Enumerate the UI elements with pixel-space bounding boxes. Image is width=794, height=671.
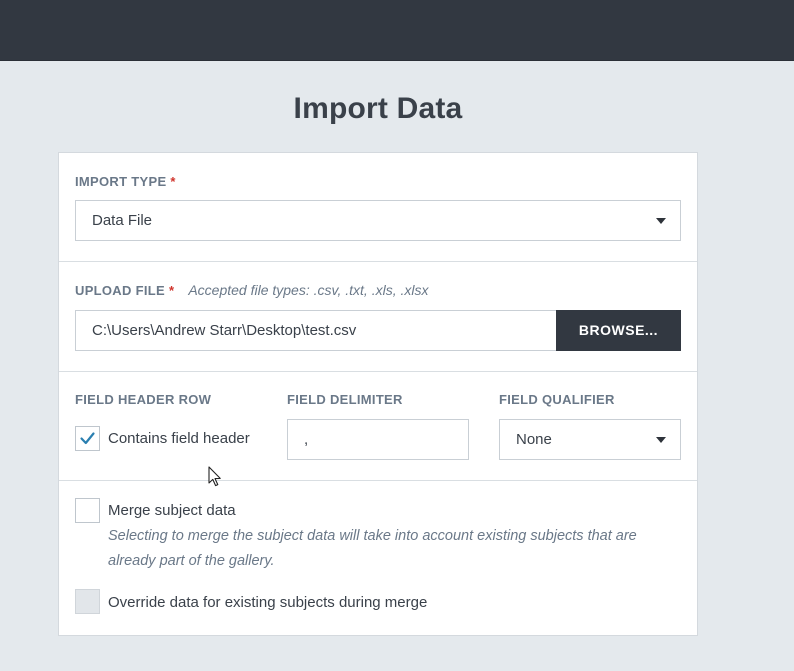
merge-subject-data-checkbox[interactable] <box>75 498 100 523</box>
field-delimiter-label: FIELD DELIMITER <box>287 392 403 407</box>
override-data-label[interactable]: Override data for existing subjects duri… <box>108 594 427 611</box>
field-delimiter-input[interactable]: , <box>287 419 469 460</box>
field-qualifier-label: FIELD QUALIFIER <box>499 392 615 407</box>
import-type-section: IMPORT TYPE * Data File <box>59 153 697 262</box>
import-type-selected-value: Data File <box>92 212 153 229</box>
import-type-label: IMPORT TYPE * <box>75 174 176 189</box>
top-navigation-bar <box>0 0 794 61</box>
override-data-checkbox[interactable] <box>75 589 100 614</box>
upload-file-path-input[interactable]: C:\Users\Andrew Starr\Desktop\test.csv <box>75 310 557 351</box>
mouse-pointer-icon <box>208 466 221 487</box>
field-qualifier-select[interactable]: None <box>499 419 681 460</box>
import-form-card: IMPORT TYPE * Data File UPLOAD FILE * Accep… <box>58 152 698 636</box>
required-mark: * <box>168 283 175 298</box>
field-header-row-label: FIELD HEADER ROW <box>75 392 212 407</box>
upload-file-section: UPLOAD FILE * Accepted file types: .csv, .… <box>59 262 697 372</box>
page-title: Import Data <box>293 92 463 125</box>
merge-description: Selecting to merge the subject data will… <box>108 528 637 569</box>
checkmark-icon <box>80 432 95 445</box>
field-options-section: FIELD HEADER ROW Contains field header F… <box>59 372 697 481</box>
upload-file-label-text: UPLOAD FILE <box>75 283 165 298</box>
merge-subject-data-label[interactable]: Merge subject data <box>108 502 236 519</box>
contains-field-header-label[interactable]: Contains field header <box>108 430 250 447</box>
contains-field-header-checkbox[interactable] <box>75 426 100 451</box>
upload-file-label: UPLOAD FILE * Accepted file types: .csv, .… <box>75 282 428 298</box>
required-mark: * <box>170 174 176 189</box>
caret-down-icon <box>656 437 666 443</box>
import-type-label-text: IMPORT TYPE <box>75 174 167 189</box>
accepted-file-types-hint: Accepted file types: .csv, .txt, .xls, .… <box>188 282 429 298</box>
caret-down-icon <box>656 218 666 224</box>
field-qualifier-selected-value: None <box>516 431 552 448</box>
import-type-select[interactable]: Data File <box>75 200 681 241</box>
browse-button[interactable]: BROWSE... <box>556 310 681 351</box>
